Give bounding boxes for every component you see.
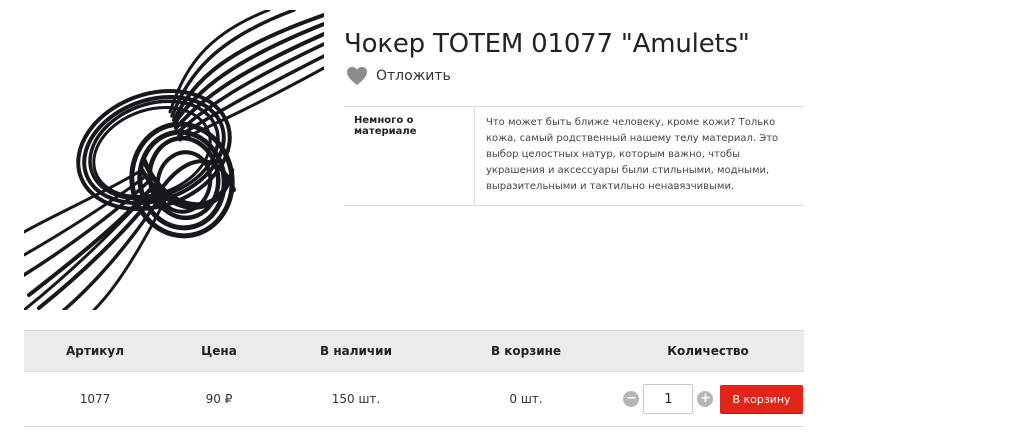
product-image[interactable] [22,8,326,312]
header-in-stock: В наличии [320,344,392,358]
product-title: Чокер TOTEM 01077 "Amulets" [344,29,750,60]
quantity-input[interactable] [643,384,694,414]
add-to-cart-button[interactable]: В корзину [720,385,803,413]
heart-icon [347,66,367,86]
header-price: Цена [201,344,237,358]
header-quantity: Количество [667,344,749,358]
in-cart-value: 0 шт. [509,392,543,406]
plus-icon[interactable]: + [697,391,714,407]
property-value: Что может быть ближе человеку, кроме кож… [486,117,779,192]
quantity-stepper: − + В корзину [622,384,804,414]
article-value: 1077 [79,392,111,406]
header-article: Артикул [66,344,124,358]
quantity-cell: − + В корзину [612,384,804,414]
properties-table: Немного о материале Что может быть ближе… [344,106,804,206]
in-stock-value: 150 шт. [331,392,381,406]
price-value: 90 ₽ [205,392,233,406]
table-row: 1077 90 ₽ 150 шт. 0 шт. − + В корзину [24,372,804,426]
choker-illustration [22,8,326,312]
wishlist-button[interactable]: Отложить [346,66,451,86]
offer-table-header: Артикул Цена В наличии В корзине Количес… [24,331,804,372]
property-name: Немного о материале [344,107,475,205]
header-in-cart: В корзине [490,344,562,358]
offer-table: Артикул Цена В наличии В корзине Количес… [24,330,804,427]
minus-icon[interactable]: − [623,391,640,407]
wishlist-label: Отложить [376,68,451,84]
